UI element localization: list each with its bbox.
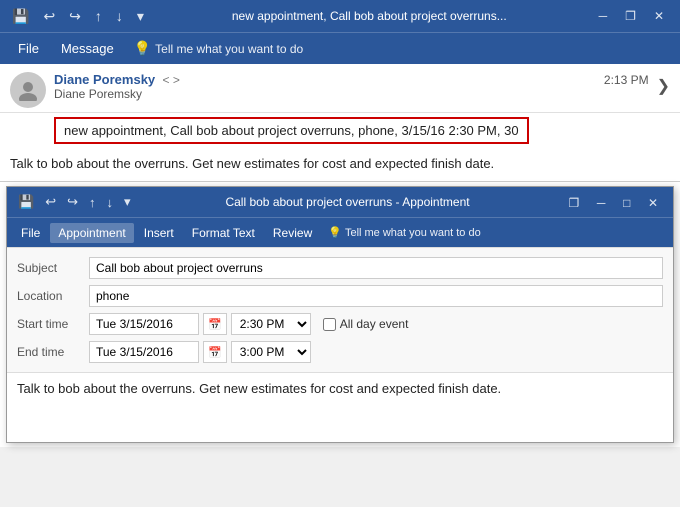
email-body: Talk to bob about the overruns. Get new … xyxy=(0,148,680,181)
start-time-label: Start time xyxy=(17,317,89,331)
appt-maximize-button[interactable]: □ xyxy=(616,194,637,212)
appt-file-tab[interactable]: File xyxy=(13,223,48,243)
all-day-text: All day event xyxy=(340,317,409,331)
all-day-label[interactable]: All day event xyxy=(323,317,409,331)
subject-label: Subject xyxy=(17,261,89,275)
start-date-input[interactable] xyxy=(89,313,199,335)
start-datetime-group: 📅 2:30 PM 3:00 PM 3:30 PM All day event xyxy=(89,313,408,335)
up-icon[interactable]: ↑ xyxy=(91,6,106,26)
all-day-checkbox[interactable] xyxy=(323,318,336,331)
start-time-row: Start time 📅 2:30 PM 3:00 PM 3:30 PM All… xyxy=(7,310,673,338)
email-meta: Diane Poremsky < > 2:13 PM Diane Poremsk… xyxy=(54,72,649,101)
subject-row: Subject xyxy=(7,254,673,282)
outer-minimize-button[interactable]: ─ xyxy=(591,7,616,25)
appt-appointment-tab[interactable]: Appointment xyxy=(50,223,133,243)
to-name: Diane Poremsky xyxy=(54,87,142,101)
email-expand-icon[interactable]: ❯ xyxy=(657,72,670,96)
outer-close-button[interactable]: ✕ xyxy=(646,7,672,25)
appt-form: Subject Location Start time 📅 2:30 PM xyxy=(7,247,673,372)
down-icon[interactable]: ↓ xyxy=(112,6,127,26)
appt-redo-icon[interactable]: ↪ xyxy=(64,192,81,212)
outer-tell-me[interactable]: 💡 Tell me what you want to do xyxy=(134,40,304,57)
appt-down-icon[interactable]: ↓ xyxy=(104,193,117,212)
end-date-input[interactable] xyxy=(89,341,199,363)
sender-line: Diane Poremsky < > 2:13 PM xyxy=(54,72,649,87)
outer-window-title: new appointment, Call bob about project … xyxy=(154,9,585,23)
appt-review-tab[interactable]: Review xyxy=(265,223,320,243)
chevron-down-icon: ❯ xyxy=(657,76,670,96)
location-input[interactable] xyxy=(89,285,663,307)
appt-body-text: Talk to bob about the overruns. Get new … xyxy=(7,372,673,442)
smart-tag-box[interactable]: new appointment, Call bob about project … xyxy=(54,117,529,144)
appt-save-icon[interactable]: 💾 xyxy=(15,192,37,212)
avatar xyxy=(10,72,46,108)
end-time-row: End time 📅 3:00 PM 3:30 PM 4:00 PM xyxy=(7,338,673,366)
email-time: 2:13 PM xyxy=(604,73,649,87)
sender-info: Diane Poremsky < > xyxy=(54,72,180,87)
end-calendar-button[interactable]: 📅 xyxy=(203,341,227,363)
bulb-icon: 💡 xyxy=(134,40,151,57)
appt-more-icon[interactable]: ▾ xyxy=(121,192,134,212)
email-header: Diane Poremsky < > 2:13 PM Diane Poremsk… xyxy=(0,64,680,113)
start-calendar-button[interactable]: 📅 xyxy=(203,313,227,335)
appt-tell-me[interactable]: 💡 Tell me what you want to do xyxy=(328,226,480,239)
end-time-select[interactable]: 3:00 PM 3:30 PM 4:00 PM xyxy=(231,341,311,363)
appt-bulb-icon: 💡 xyxy=(328,226,342,239)
appt-insert-tab[interactable]: Insert xyxy=(136,223,182,243)
appt-undo-icon[interactable]: ↩ xyxy=(42,192,59,212)
appointment-window: 💾 ↩ ↪ ↑ ↓ ▾ Call bob about project overr… xyxy=(6,186,674,443)
smart-tag-row: new appointment, Call bob about project … xyxy=(0,113,680,148)
redo-icon[interactable]: ↪ xyxy=(65,6,85,27)
outer-outlook-window: 💾 ↩ ↪ ↑ ↓ ▾ new appointment, Call bob ab… xyxy=(0,0,680,447)
subject-input[interactable] xyxy=(89,257,663,279)
appt-window-title: Call bob about project overruns - Appoin… xyxy=(139,195,557,209)
location-label: Location xyxy=(17,289,89,303)
outer-restore-button[interactable]: ❐ xyxy=(617,7,644,25)
undo-icon[interactable]: ↩ xyxy=(39,6,59,27)
appt-restore-icon[interactable]: ❐ xyxy=(562,194,587,212)
sender-name: Diane Poremsky xyxy=(54,72,155,87)
email-area: Diane Poremsky < > 2:13 PM Diane Poremsk… xyxy=(0,64,680,182)
outer-window-controls: ─ ❐ ✕ xyxy=(591,7,672,25)
outer-menu-bar: File Message 💡 Tell me what you want to … xyxy=(0,32,680,64)
outer-message-menu[interactable]: Message xyxy=(51,37,124,60)
start-time-select[interactable]: 2:30 PM 3:00 PM 3:30 PM xyxy=(231,313,311,335)
appt-ribbon: File Appointment Insert Format Text Revi… xyxy=(7,217,673,247)
appt-up-icon[interactable]: ↑ xyxy=(86,193,99,212)
outer-tell-me-label: Tell me what you want to do xyxy=(155,42,303,56)
location-row: Location xyxy=(7,282,673,310)
sender-email: < > xyxy=(163,73,180,87)
calendar-icon: 📅 xyxy=(208,318,222,331)
save-icon[interactable]: 💾 xyxy=(8,6,33,27)
to-line: Diane Poremsky xyxy=(54,87,649,101)
end-datetime-group: 📅 3:00 PM 3:30 PM 4:00 PM xyxy=(89,341,311,363)
appt-window-controls: ❐ ─ □ ✕ xyxy=(562,195,665,210)
end-calendar-icon: 📅 xyxy=(208,346,222,359)
more-icon[interactable]: ▾ xyxy=(133,6,148,27)
appt-format-text-tab[interactable]: Format Text xyxy=(184,223,263,243)
appt-minimize-button[interactable]: ─ xyxy=(590,194,613,212)
appt-tell-me-label: Tell me what you want to do xyxy=(345,227,481,239)
appt-close-button[interactable]: ✕ xyxy=(641,194,665,212)
appt-title-bar: 💾 ↩ ↪ ↑ ↓ ▾ Call bob about project overr… xyxy=(7,187,673,217)
outer-title-bar: 💾 ↩ ↪ ↑ ↓ ▾ new appointment, Call bob ab… xyxy=(0,0,680,32)
outer-file-menu[interactable]: File xyxy=(8,37,49,60)
end-time-label: End time xyxy=(17,345,89,359)
